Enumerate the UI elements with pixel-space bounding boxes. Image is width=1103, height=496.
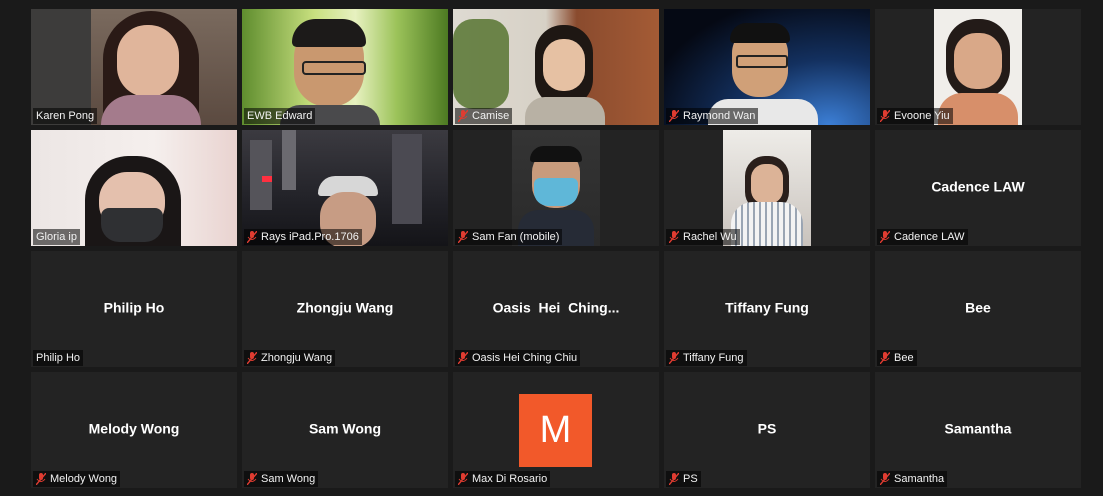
participant-display-name: Bee [965,299,991,316]
participant-tile-raymond-wan[interactable]: Raymond Wan [664,9,870,125]
participant-display-name: Samantha [944,420,1012,437]
participant-tile-philip-ho[interactable]: Philip Ho Philip Ho [31,251,237,367]
participant-name-label: Camise [455,108,513,124]
participant-name-label: Zhongju Wang [244,350,336,366]
participant-tile-rays-ipad[interactable]: Rays iPad.Pro.1706 [242,130,448,246]
muted-microphone-icon [669,110,679,122]
participant-name-label: Evoone Yiu [877,108,953,124]
participant-display-name: Melody Wong [88,420,180,437]
participant-tile-ewb-edward[interactable]: EWB Edward [242,9,448,125]
muted-microphone-icon [669,231,679,243]
muted-microphone-icon [247,231,257,243]
participant-tile-melody-wong[interactable]: Melody Wong Melody Wong [31,372,237,488]
participant-display-name: Philip Ho [103,299,165,316]
participant-tile-bee[interactable]: Bee Bee [875,251,1081,367]
participant-tile-camise[interactable]: Camise [453,9,659,125]
participant-name-label: Tiffany Fung [666,350,747,366]
participant-name-label: Gloria ip [33,229,80,245]
participant-name-label: PS [666,471,701,487]
muted-microphone-icon [458,473,468,485]
participant-display-name: Cadence LAW [931,178,1025,195]
participant-display-name: Oasis Hei Ching... [492,299,620,316]
participant-tile-max-di-rosario[interactable]: M Max Di Rosario [453,372,659,488]
avatar: M [519,394,592,467]
muted-microphone-icon [247,473,257,485]
participant-name-label: Philip Ho [33,350,84,366]
participant-tile-ps[interactable]: PS PS [664,372,870,488]
participant-name-label: Melody Wong [33,471,121,487]
participant-display-name: Zhongju Wang [296,299,394,316]
muted-microphone-icon [36,473,46,485]
muted-microphone-icon [458,110,468,122]
participant-name-label: Rays iPad.Pro.1706 [244,229,362,245]
participant-tile-karen-pong[interactable]: Karen Pong [31,9,237,125]
participant-tile-cadence-law[interactable]: Cadence LAW Cadence LAW [875,130,1081,246]
participant-tile-samantha[interactable]: Samantha Samantha [875,372,1081,488]
muted-microphone-icon [880,473,890,485]
participant-tile-evoone-yiu[interactable]: Evoone Yiu [875,9,1081,125]
participant-tile-sam-wong[interactable]: Sam Wong Sam Wong [242,372,448,488]
participant-tile-zhongju-wang[interactable]: Zhongju Wang Zhongju Wang [242,251,448,367]
muted-microphone-icon [669,473,679,485]
muted-microphone-icon [247,352,257,364]
muted-microphone-icon [880,231,890,243]
participant-display-name: PS [757,420,777,437]
participant-name-label: Sam Fan (mobile) [455,229,563,245]
participant-name-label: Max Di Rosario [455,471,551,487]
participant-name-label: Bee [877,350,917,366]
participant-display-name: Sam Wong [308,420,382,437]
muted-microphone-icon [880,352,890,364]
muted-microphone-icon [458,352,468,364]
muted-microphone-icon [458,231,468,243]
participant-tile-rachel-wu[interactable]: Rachel Wu [664,130,870,246]
participant-tile-gloria-ip[interactable]: Gloria ip [31,130,237,246]
muted-microphone-icon [880,110,890,122]
participant-name-label: Samantha [877,471,948,487]
participant-name-label: Sam Wong [244,471,319,487]
participant-name-label: Oasis Hei Ching Chiu [455,350,581,366]
participant-name-label: Rachel Wu [666,229,740,245]
participant-display-name: Tiffany Fung [725,299,809,316]
participant-tile-tiffany-fung[interactable]: Tiffany Fung Tiffany Fung [664,251,870,367]
participant-name-label: Karen Pong [33,108,98,124]
participant-name-label: EWB Edward [244,108,316,124]
participant-tile-sam-fan[interactable]: Sam Fan (mobile) [453,130,659,246]
participant-grid: Karen Pong EWB Edward Camise Raymond Wan… [31,9,1081,488]
participant-tile-oasis-hei-ching-chiu[interactable]: Oasis Hei Ching... Oasis Hei Ching Chiu [453,251,659,367]
participant-name-label: Cadence LAW [877,229,968,245]
muted-microphone-icon [669,352,679,364]
participant-name-label: Raymond Wan [666,108,759,124]
